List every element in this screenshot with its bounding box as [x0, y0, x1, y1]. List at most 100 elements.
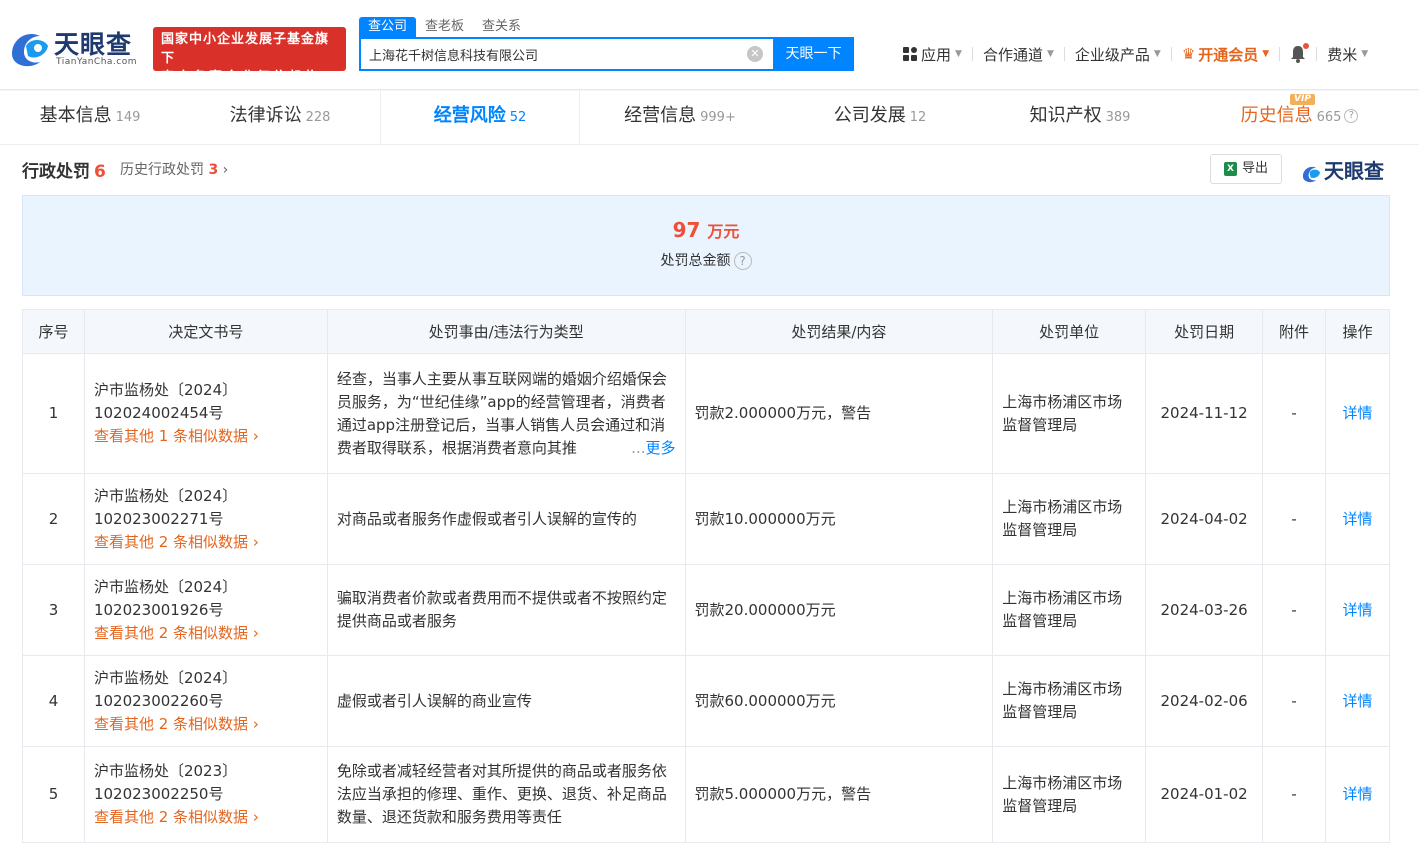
table-row: 4 沪市监杨处〔2024〕102023002260号 查看其他 2 条相似数据 ›… [22, 655, 1390, 747]
excel-icon: X [1223, 161, 1237, 176]
tab-basic-info[interactable]: 基本信息 149 [0, 91, 180, 144]
similar-data-link[interactable]: 查看其他 2 条相似数据 › [94, 806, 318, 829]
divider [971, 47, 973, 61]
nav-vip[interactable]: ♛ 开通会员 ▼ [1182, 44, 1269, 65]
doc-number: 沪市监杨处〔2024〕102023002271号 [93, 486, 238, 528]
cell-action: 详情 [1325, 473, 1390, 565]
help-icon[interactable]: ? [1344, 109, 1359, 123]
tab-intellectual-property[interactable]: 知识产权 389 [980, 91, 1180, 144]
cell-reason: 对商品或者服务作虚假或者引人误解的宣传的 [326, 473, 686, 565]
search-button[interactable]: 天眼一下 [773, 37, 854, 71]
cell-result: 罚款5.000000万元，警告 [684, 746, 994, 843]
similar-data-link[interactable]: 查看其他 2 条相似数据 › [94, 713, 318, 736]
similar-data-link[interactable]: 查看其他 2 条相似数据 › [94, 531, 318, 554]
section-title-label: 行政处罚 [22, 162, 90, 182]
chevron-down-icon: ▼ [1361, 49, 1369, 59]
total-amount: 97 万元 [23, 218, 1389, 242]
cell-no: 5 [22, 746, 85, 843]
search-tab-relation[interactable]: 查关系 [473, 17, 530, 37]
cell-attachment: - [1262, 564, 1326, 656]
detail-link[interactable]: 详情 [1342, 785, 1372, 803]
nav-cooperation[interactable]: 合作通道 ▼ [983, 44, 1054, 65]
tab-company-development[interactable]: 公司发展 12 [780, 91, 980, 144]
nav-app[interactable]: 应用 ▼ [903, 44, 962, 65]
cell-unit: 上海市杨浦区市场监督管理局 [992, 655, 1147, 747]
col-header-result: 处罚结果/内容 [684, 309, 994, 354]
nav-enterprise[interactable]: 企业级产品 ▼ [1075, 44, 1161, 65]
tab-count: 12 [909, 110, 927, 125]
section-count: 6 [94, 162, 106, 182]
tab-litigation[interactable]: 法律诉讼 228 [180, 91, 380, 144]
logo-icon [12, 34, 48, 67]
col-header-action: 操作 [1325, 309, 1390, 354]
site-logo[interactable]: 天眼查 TianYanCha.com [6, 24, 146, 72]
cell-no: 3 [22, 564, 85, 656]
tab-business-info[interactable]: 经营信息 999+ [580, 91, 780, 144]
cell-doc: 沪市监杨处〔2024〕102024002454号查看其他 1 条相似数据 › [83, 353, 328, 474]
chevron-down-icon: ▼ [1153, 49, 1161, 59]
logo-subtitle: TianYanCha.com [56, 57, 138, 67]
help-icon[interactable]: ? [733, 252, 752, 270]
divider [1170, 47, 1172, 61]
detail-link[interactable]: 详情 [1342, 404, 1372, 422]
cell-action: 详情 [1325, 746, 1390, 843]
col-header-reason: 处罚事由/违法行为类型 [326, 309, 686, 354]
notification-dot [1303, 43, 1310, 49]
total-amount-label: 处罚总金额? [23, 250, 1389, 270]
detail-link[interactable]: 详情 [1342, 601, 1372, 619]
divider [1279, 47, 1281, 61]
col-header-date: 处罚日期 [1145, 309, 1264, 354]
similar-data-link[interactable]: 查看其他 2 条相似数据 › [94, 622, 318, 645]
cell-no: 1 [22, 353, 85, 474]
badge-line-1: 国家中小企业发展子基金旗下 [161, 32, 330, 66]
reason-more-wrap: ...更多 [627, 436, 676, 460]
similar-data-link[interactable]: 查看其他 1 条相似数据 › [94, 425, 318, 448]
doc-number: 沪市监杨处〔2024〕102023001926号 [93, 577, 238, 619]
section-title: 行政处罚 6 [22, 157, 106, 182]
cell-result: 罚款10.000000万元 [684, 473, 994, 565]
cell-unit: 上海市杨浦区市场监督管理局 [992, 746, 1147, 843]
tab-label: 知识产权 [1029, 105, 1102, 126]
nav-user[interactable]: 费米 ▼ [1327, 44, 1368, 65]
tab-label: 经营风险 [433, 105, 506, 126]
clear-icon[interactable]: ✕ [747, 46, 763, 62]
similar-data-label: 查看其他 2 条相似数据 [93, 532, 249, 551]
col-header-unit: 处罚单位 [992, 309, 1147, 354]
logo-text: 天眼查 [54, 30, 133, 59]
col-header-doc: 决定文书号 [83, 309, 328, 354]
notification-bell[interactable] [1290, 43, 1310, 63]
cell-doc: 沪市监杨处〔2024〕102023002271号查看其他 2 条相似数据 › [83, 473, 328, 565]
search-tab-company[interactable]: 查公司 [359, 17, 417, 37]
chevron-down-icon: ▼ [955, 49, 962, 59]
cell-doc: 沪市监杨处〔2024〕102023002260号查看其他 2 条相似数据 › [83, 655, 328, 747]
tab-count: 228 [305, 110, 331, 125]
detail-link[interactable]: 详情 [1342, 692, 1372, 710]
cell-unit: 上海市杨浦区市场监督管理局 [992, 564, 1147, 656]
cell-date: 2024-04-02 [1145, 473, 1264, 565]
search-tab-boss[interactable]: 查老板 [416, 17, 473, 37]
logo-icon [1302, 166, 1321, 182]
search-input[interactable] [361, 39, 731, 69]
cell-attachment: - [1262, 746, 1326, 843]
doc-number: 沪市监杨处〔2024〕102023002260号 [93, 668, 238, 710]
table-header-row: 序号 决定文书号 处罚事由/违法行为类型 处罚结果/内容 处罚单位 处罚日期 附… [22, 309, 1390, 354]
cell-reason: 免除或者减轻经营者对其所提供的商品或者服务依法应当承担的修理、重作、更换、退货、… [326, 746, 686, 843]
table-row: 5 沪市监杨处〔2023〕102023002250号 查看其他 2 条相似数据 ›… [22, 746, 1390, 843]
detail-link[interactable]: 详情 [1342, 510, 1372, 528]
reason-more-link[interactable]: 更多 [645, 439, 675, 457]
doc-number: 沪市监杨处〔2024〕102024002454号 [93, 381, 238, 422]
similar-data-label: 查看其他 2 条相似数据 [93, 623, 249, 642]
search-box: ✕ [359, 37, 773, 71]
tab-label: 基本信息 [39, 105, 112, 126]
tab-history-info[interactable]: VIP 历史信息 665? [1180, 91, 1419, 144]
main-tabs: 基本信息 149 法律诉讼 228 经营风险 52 经营信息 999+ 公司发展 12 知… [0, 91, 1419, 145]
penalty-table: 序号 决定文书号 处罚事由/违法行为类型 处罚结果/内容 处罚单位 处罚日期 附… [22, 309, 1390, 843]
export-button[interactable]: X 导出 [1210, 154, 1282, 184]
export-label: 导出 [1241, 161, 1268, 176]
tab-label: 历史信息 [1240, 105, 1313, 126]
tab-business-risk[interactable]: 经营风险 52 [380, 91, 580, 144]
history-penalty-link[interactable]: 历史行政处罚 3 › [120, 159, 228, 179]
tianyancha-watermark: 天眼查 [1300, 155, 1384, 184]
admin-penalty-panel: 行政处罚 6 历史行政处罚 3 › X 导出 天眼查 97 万元 处罚总金额? 序号… [0, 145, 1419, 845]
total-amount-unit: 万元 [707, 222, 740, 241]
